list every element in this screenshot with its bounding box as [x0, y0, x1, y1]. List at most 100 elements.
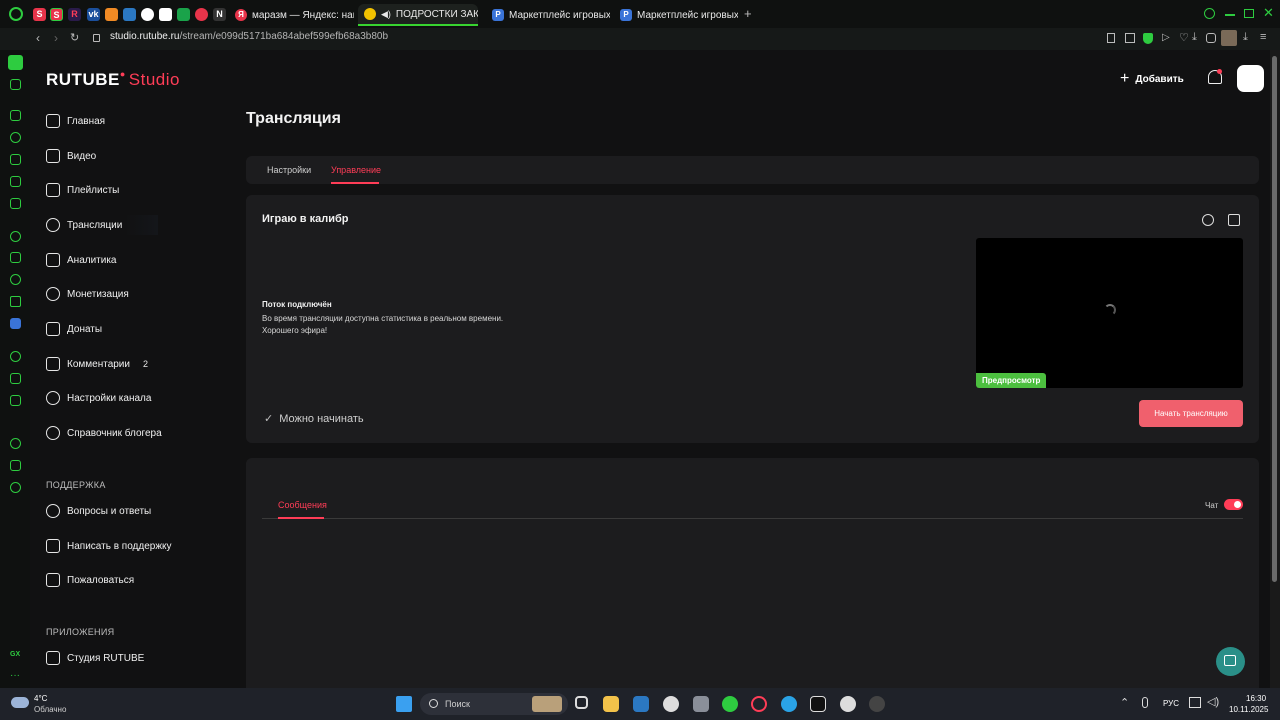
- clock-time[interactable]: 16:30: [1246, 694, 1266, 703]
- sidebar-item-analytics[interactable]: Аналитика: [46, 250, 117, 270]
- sidebar-item-report[interactable]: Пожаловаться: [46, 570, 134, 590]
- player-icon[interactable]: [10, 351, 21, 362]
- app-icon[interactable]: [10, 318, 21, 329]
- ai-icon[interactable]: [10, 231, 21, 242]
- gamepad-icon[interactable]: [10, 79, 21, 90]
- network-icon[interactable]: [1189, 697, 1201, 708]
- opera-logo-icon[interactable]: [9, 7, 23, 21]
- telegram-icon[interactable]: [781, 696, 797, 712]
- history-icon[interactable]: [10, 438, 21, 449]
- clock-date[interactable]: 10.11.2025: [1229, 705, 1268, 714]
- video-icon[interactable]: [10, 176, 21, 187]
- tab-settings[interactable]: Настройки: [267, 165, 311, 175]
- send-icon[interactable]: [10, 373, 21, 384]
- whatsapp-icon[interactable]: [722, 696, 738, 712]
- close-icon[interactable]: ✕: [1263, 5, 1274, 21]
- maximize-icon[interactable]: [1244, 9, 1254, 18]
- pinned-tab-icon[interactable]: S: [33, 8, 46, 21]
- store-icon[interactable]: [633, 696, 649, 712]
- profile-avatar[interactable]: [1221, 30, 1237, 46]
- pin-icon[interactable]: [1107, 33, 1115, 43]
- chevron-up-icon[interactable]: ⌃: [1120, 696, 1129, 709]
- snapshot-icon[interactable]: [1125, 33, 1135, 43]
- pinned-tab-icon[interactable]: [105, 8, 118, 21]
- sidebar-item-comments[interactable]: Комментарии 2: [46, 354, 148, 374]
- sidebar-item-channel-settings[interactable]: Настройки канала: [46, 388, 151, 408]
- pinned-tab-icon[interactable]: [141, 8, 154, 21]
- forward-icon[interactable]: ›: [54, 31, 58, 45]
- home-icon[interactable]: [8, 55, 23, 70]
- microphone-icon[interactable]: [1142, 697, 1148, 708]
- sidebar-item-broadcasts[interactable]: Трансляции: [46, 215, 158, 235]
- more-icon[interactable]: ···: [10, 670, 20, 681]
- volume-icon[interactable]: ◁): [1207, 695, 1219, 708]
- gx-icon[interactable]: GX: [10, 651, 20, 658]
- sidebar-item-monetization[interactable]: Монетизация: [46, 284, 129, 304]
- opera-gx-icon[interactable]: [751, 696, 767, 712]
- url-field[interactable]: studio.rutube.ru/stream/e099d5171ba684ab…: [110, 31, 388, 42]
- pinned-tab-icon[interactable]: R: [68, 8, 81, 21]
- download-icon[interactable]: ⤓: [1243, 31, 1248, 44]
- open-external-icon[interactable]: [1228, 214, 1240, 226]
- game-icon[interactable]: [869, 696, 885, 712]
- vk-icon[interactable]: vk: [87, 8, 100, 21]
- sidebar-item-playlists[interactable]: Плейлисты: [46, 180, 119, 200]
- sidebar-item-faq[interactable]: Вопросы и ответы: [46, 501, 151, 521]
- tab-messages[interactable]: Сообщения: [278, 500, 327, 510]
- reload-icon[interactable]: ↻: [70, 31, 79, 44]
- refresh-icon[interactable]: [10, 132, 21, 143]
- weather-temperature[interactable]: 4°C: [34, 694, 47, 703]
- settings-icon[interactable]: [10, 482, 21, 493]
- back-icon[interactable]: ‹: [36, 31, 40, 45]
- app-icon[interactable]: [693, 696, 709, 712]
- play-icon[interactable]: ▷: [1162, 32, 1170, 43]
- taskbar-search[interactable]: Поиск: [420, 693, 568, 715]
- heart-icon[interactable]: ♡: [1179, 31, 1189, 44]
- start-broadcast-button[interactable]: Начать трансляцию: [1139, 400, 1243, 427]
- gamepad-icon[interactable]: [10, 110, 21, 121]
- sidebar-item-video[interactable]: Видео: [46, 146, 96, 166]
- browser-tab-active[interactable]: ◀) ПОДРОСТКИ ЗАКЛА: [358, 4, 478, 26]
- browser-tab[interactable]: Я маразм — Яндекс: нашл: [229, 4, 354, 26]
- add-button[interactable]: + Добавить: [1120, 70, 1184, 88]
- sidebar-item-home[interactable]: Главная: [46, 111, 105, 131]
- store-icon[interactable]: [10, 154, 21, 165]
- tab-management[interactable]: Управление: [331, 165, 381, 175]
- chat-toggle[interactable]: [1224, 499, 1243, 510]
- news-icon[interactable]: [10, 198, 21, 209]
- extensions-icon[interactable]: [10, 460, 21, 471]
- telegram-icon[interactable]: [10, 296, 21, 307]
- weather-condition[interactable]: Облачно: [34, 705, 66, 714]
- rutube-studio-logo[interactable]: RUTUBE ● Studio: [46, 69, 180, 90]
- avatar[interactable]: [1237, 65, 1264, 92]
- wallet-icon[interactable]: [10, 395, 21, 406]
- pinned-tab-icon[interactable]: [159, 8, 172, 21]
- share-icon[interactable]: [1202, 214, 1214, 226]
- scrollbar-thumb[interactable]: [1272, 56, 1277, 582]
- pinned-tab-icon[interactable]: N: [213, 8, 226, 21]
- browser-tab[interactable]: P Маркетплейс игровых то: [486, 4, 610, 26]
- language-indicator[interactable]: РУС: [1163, 699, 1179, 708]
- task-view-icon[interactable]: [575, 696, 588, 709]
- whatsapp-icon[interactable]: [10, 274, 21, 285]
- vpn-shield-icon[interactable]: [1143, 33, 1153, 44]
- menu-icon[interactable]: ≡: [1260, 31, 1266, 43]
- new-tab-button[interactable]: +: [744, 6, 752, 21]
- steam-icon[interactable]: [840, 696, 856, 712]
- windows-start-icon[interactable]: [396, 696, 412, 712]
- media-player-icon[interactable]: [663, 696, 679, 712]
- pinned-tab-icon[interactable]: S: [50, 8, 63, 21]
- page-scrollbar[interactable]: [1270, 50, 1280, 688]
- sidebar-item-donations[interactable]: Донаты: [46, 319, 102, 339]
- twitch-icon[interactable]: [10, 252, 21, 263]
- stream-preview[interactable]: Предпросмотр: [976, 238, 1243, 388]
- support-chat-button[interactable]: [1216, 647, 1245, 676]
- sidebar-item-write-support[interactable]: Написать в поддержку: [46, 536, 172, 556]
- minimize-icon[interactable]: [1225, 14, 1235, 16]
- sidebar-item-studio-app[interactable]: Студия RUTUBE: [46, 648, 144, 668]
- extensions-icon[interactable]: [1206, 33, 1216, 43]
- browser-tab[interactable]: P Маркетплейс игровых то: [614, 4, 738, 26]
- pinned-tab-icon[interactable]: [177, 8, 190, 21]
- pinned-tab-icon[interactable]: [195, 8, 208, 21]
- download-icon[interactable]: ⤓: [1192, 31, 1197, 44]
